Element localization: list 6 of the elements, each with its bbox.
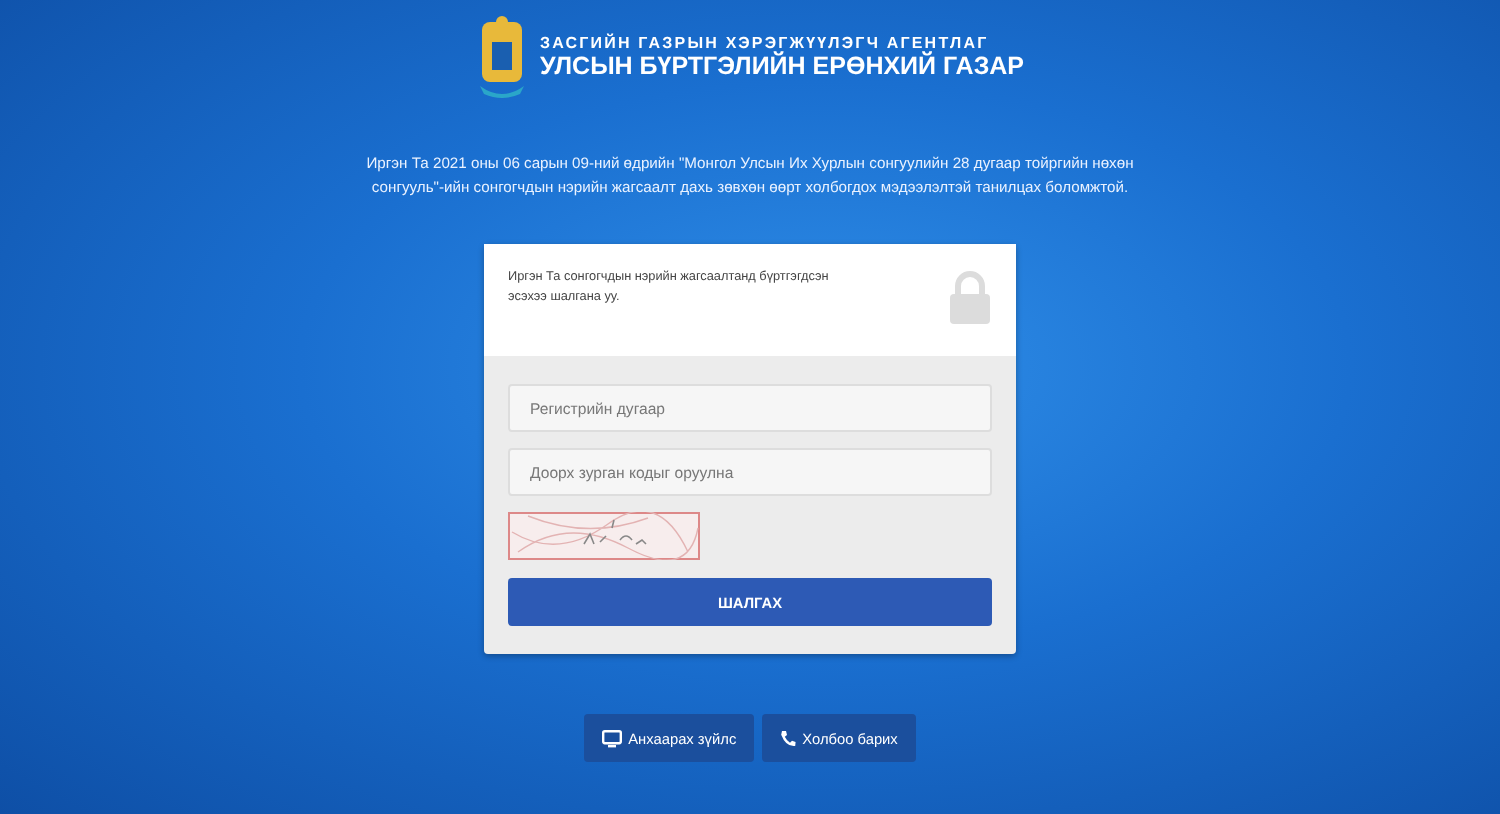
organization-title: УЛСЫН БҮРТГЭЛИЙН ЕРӨНХИЙ ГАЗАР xyxy=(539,51,1025,79)
agency-line: ЗАСГИЙН ГАЗРЫН ХЭРЭГЖҮҮЛЭГЧ АГЕНТЛАГ xyxy=(539,33,991,51)
monitor-icon xyxy=(602,729,623,747)
lock-icon xyxy=(948,270,992,324)
emblem-icon xyxy=(475,14,528,98)
phone-icon xyxy=(780,729,797,747)
